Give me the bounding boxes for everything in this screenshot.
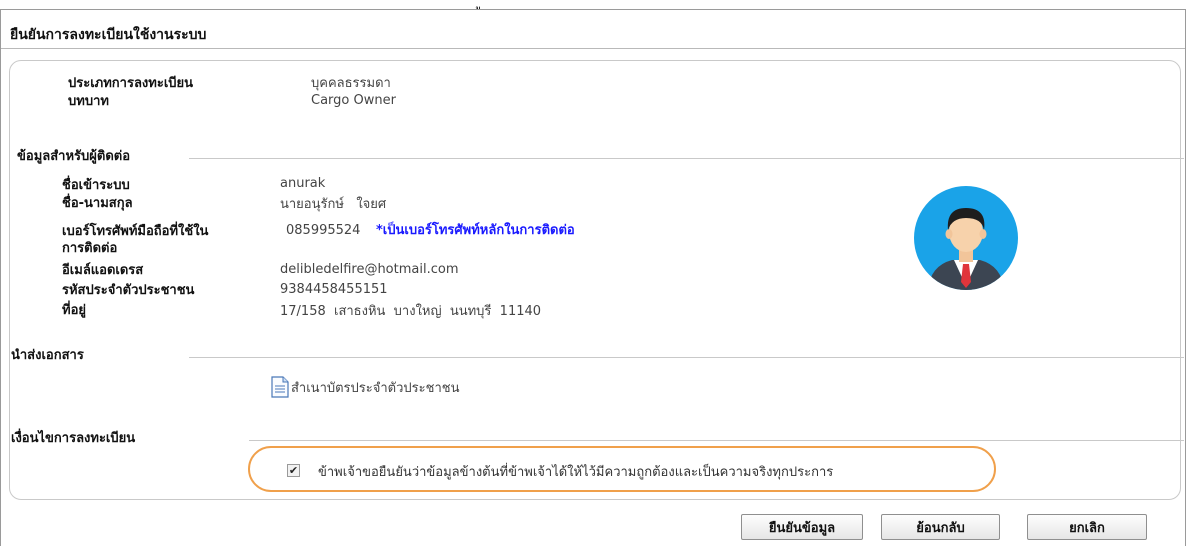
phone-label: เบอร์โทรศัพท์มือถือที่ใช้ใน xyxy=(62,224,209,239)
contact-section-rule xyxy=(189,158,1184,159)
document-item[interactable]: สำเนาบัตรประจำตัวประชาชน xyxy=(271,375,459,399)
confirm-button[interactable]: ยืนยันข้อมูล xyxy=(741,514,863,540)
documents-section-rule xyxy=(189,357,1184,358)
page-title: ยืนยันการลงทะเบียนใช้งานระบบ xyxy=(10,27,207,43)
fullname-value: นายอนุรักษ์ ใจยศ xyxy=(280,197,387,212)
username-value: anurak xyxy=(280,176,326,191)
national-id-label: รหัสประจำตัวประชาชน xyxy=(62,283,195,298)
top-border xyxy=(0,9,1186,10)
cancel-button[interactable]: ยกเลิก xyxy=(1027,514,1147,540)
top-frame: ู xyxy=(0,0,1186,10)
registration-type-value: บุคคลธรรมดา xyxy=(311,76,391,91)
address-value: 17/158 เสาธงหิน บางใหญ่ นนทบุรี 11140 xyxy=(280,304,542,319)
username-label: ชื่อเข้าระบบ xyxy=(62,178,130,193)
terms-section-rule xyxy=(249,440,1184,441)
user-avatar-icon xyxy=(914,186,1018,290)
email-label: อีเมล์แอดเดรส xyxy=(62,263,144,278)
consent-checkbox[interactable]: ✔ xyxy=(287,464,300,477)
documents-section-title: นำส่งเอกสาร xyxy=(11,348,84,363)
phone-primary-note: *เป็นเบอร์โทรศัพท์หลักในการติดต่อ xyxy=(376,223,575,238)
document-item-label: สำเนาบัตรประจำตัวประชาชน xyxy=(291,380,460,396)
phone-label-line2: การติดต่อ xyxy=(62,241,118,256)
phone-value: 085995524 xyxy=(286,223,361,238)
contact-section-title: ข้อมูลสำหรับผู้ติดต่อ xyxy=(17,149,131,164)
frame-left-border xyxy=(0,9,1,546)
document-icon xyxy=(271,376,289,398)
registration-type-label: ประเภทการลงทะเบียน xyxy=(68,76,194,91)
email-value: delibledelfire@hotmail.com xyxy=(280,262,459,277)
national-id-value: 9384458455151 xyxy=(280,282,388,297)
back-button[interactable]: ย้อนกลับ xyxy=(881,514,1000,540)
address-label: ที่อยู่ xyxy=(62,303,86,318)
terms-section-title: เงื่อนไขการลงทะเบียน xyxy=(11,431,136,446)
fullname-label: ชื่อ-นามสกุล xyxy=(62,196,133,211)
role-label: บทบาท xyxy=(68,94,109,109)
role-value: Cargo Owner xyxy=(311,93,396,108)
consent-text: ข้าพเจ้าขอยืนยันว่าข้อมูลข้างต้นที่ข้าพเ… xyxy=(318,465,834,480)
consent-highlight: ✔ ข้าพเจ้าขอยืนยันว่าข้อมูลข้างต้นที่ข้า… xyxy=(248,446,996,492)
title-divider xyxy=(1,48,1185,49)
